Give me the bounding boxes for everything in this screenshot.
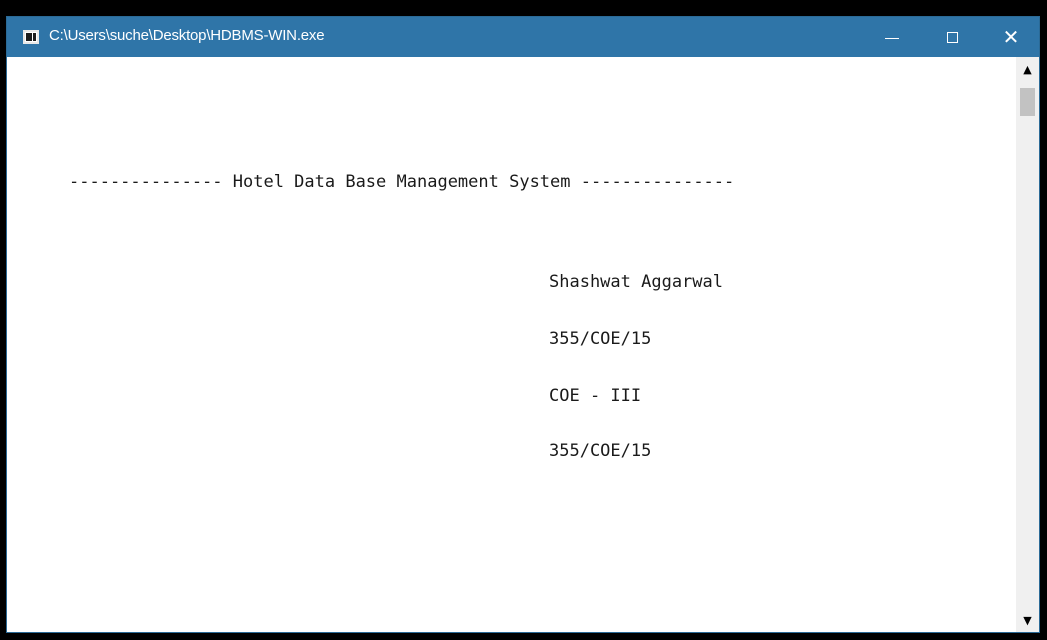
- minimize-icon: [885, 37, 899, 39]
- console-app-icon[interactable]: [23, 30, 39, 44]
- scroll-up-arrow-icon[interactable]: ▲: [1016, 59, 1039, 79]
- console-window: C:\Users\suche\Desktop\HDBMS-WIN.exe ✕ -…: [6, 16, 1040, 633]
- maximize-icon: [946, 31, 958, 43]
- class-label: COE - III: [549, 386, 642, 406]
- vertical-scrollbar[interactable]: ▲ ▼: [1016, 57, 1039, 632]
- console-output[interactable]: --------------- Hotel Data Base Manageme…: [7, 57, 1015, 632]
- maximize-button[interactable]: [923, 17, 981, 57]
- student-name: Shashwat Aggarwal: [549, 272, 723, 292]
- roll-number-repeat: 355/COE/15: [549, 441, 652, 461]
- window-title: C:\Users\suche\Desktop\HDBMS-WIN.exe: [49, 27, 325, 44]
- scrollbar-thumb[interactable]: [1020, 88, 1035, 116]
- scroll-down-arrow-icon[interactable]: ▼: [1016, 610, 1039, 630]
- console-app-icon-pane: [26, 33, 32, 41]
- console-app-icon-pane: [33, 33, 36, 41]
- banner-line: --------------- Hotel Data Base Manageme…: [69, 172, 735, 192]
- roll-number: 355/COE/15: [549, 329, 652, 349]
- close-icon: ✕: [1002, 25, 1020, 49]
- minimize-button[interactable]: [863, 17, 921, 57]
- title-bar[interactable]: C:\Users\suche\Desktop\HDBMS-WIN.exe ✕: [7, 17, 1039, 57]
- close-button[interactable]: ✕: [981, 17, 1041, 57]
